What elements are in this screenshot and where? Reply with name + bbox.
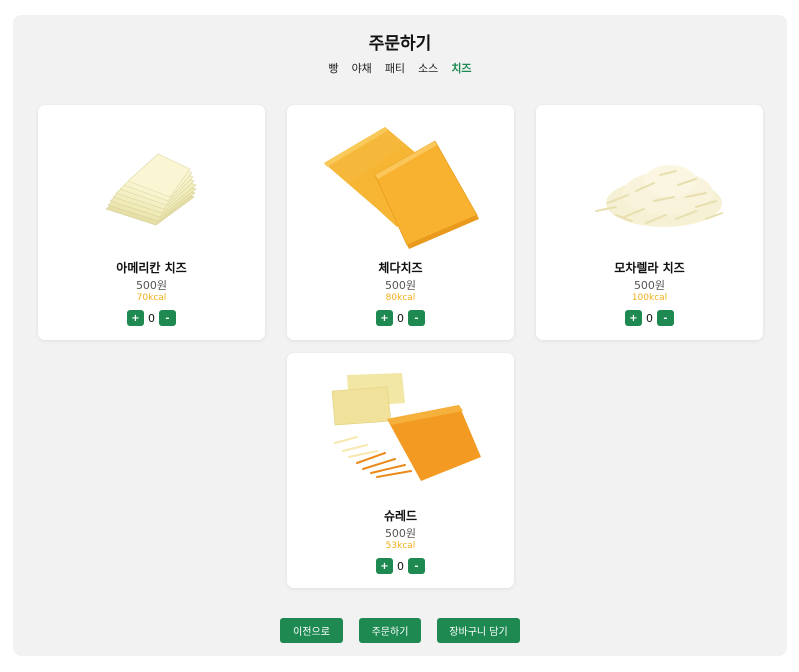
order-button[interactable]: 주문하기 <box>359 618 421 643</box>
product-name: 아메리칸 치즈 <box>116 261 187 275</box>
tab-vegetables[interactable]: 야채 <box>352 60 372 76</box>
product-price: 500원 <box>633 279 666 292</box>
quantity-value: 0 <box>646 311 653 325</box>
quantity-stepper: + 0 - <box>287 310 514 326</box>
quantity-stepper: + 0 - <box>287 558 514 574</box>
tab-patty[interactable]: 패티 <box>385 60 405 76</box>
product-price: 500원 <box>384 279 417 292</box>
decrease-button[interactable]: - <box>408 558 425 574</box>
prev-button[interactable]: 이전으로 <box>280 618 343 643</box>
product-name: 체다치즈 <box>378 261 423 275</box>
quantity-value: 0 <box>148 311 155 325</box>
increase-button[interactable]: + <box>625 310 642 326</box>
product-name: 모차렐라 치즈 <box>614 261 685 275</box>
add-to-cart-button[interactable]: 장바구니 담기 <box>437 618 520 643</box>
tab-bread[interactable]: 빵 <box>328 60 338 76</box>
quantity-stepper: + 0 - <box>38 310 265 326</box>
mozzarella-cheese-image <box>595 165 723 227</box>
order-panel: 주문하기 빵 야채 패티 소스 치즈 아메리칸 치즈 500원 70kcal + <box>13 15 787 656</box>
category-tabs: 빵 야채 패티 소스 치즈 <box>13 60 787 76</box>
american-cheese-image <box>105 153 197 226</box>
product-card-american-cheese[interactable]: 아메리칸 치즈 500원 70kcal + 0 - <box>38 105 265 340</box>
page-title: 주문하기 <box>368 34 432 54</box>
product-price: 500원 <box>135 279 168 292</box>
shred-cheese-image <box>331 373 481 481</box>
tab-sauce[interactable]: 소스 <box>418 60 438 76</box>
decrease-button[interactable]: - <box>657 310 674 326</box>
decrease-button[interactable]: - <box>159 310 176 326</box>
product-kcal: 100kcal <box>631 293 668 303</box>
product-card-shred-cheese[interactable]: 슈레드 500원 53kcal + 0 - <box>287 353 514 588</box>
increase-button[interactable]: + <box>376 310 393 326</box>
quantity-stepper: + 0 - <box>536 310 763 326</box>
product-name: 슈레드 <box>383 509 418 523</box>
decrease-button[interactable]: - <box>408 310 425 326</box>
product-kcal: 70kcal <box>136 293 167 303</box>
product-card-cheddar-cheese[interactable]: 체다치즈 500원 80kcal + 0 - <box>287 105 514 340</box>
increase-button[interactable]: + <box>127 310 144 326</box>
product-card-mozzarella-cheese[interactable]: 모차렐라 치즈 500원 100kcal + 0 - <box>536 105 763 340</box>
product-price: 500원 <box>384 527 417 540</box>
product-kcal: 53kcal <box>385 541 416 551</box>
product-kcal: 80kcal <box>385 293 416 303</box>
cheddar-cheese-image <box>324 127 479 249</box>
increase-button[interactable]: + <box>376 558 393 574</box>
quantity-value: 0 <box>397 311 404 325</box>
quantity-value: 0 <box>397 559 404 573</box>
tab-cheese[interactable]: 치즈 <box>451 60 471 76</box>
